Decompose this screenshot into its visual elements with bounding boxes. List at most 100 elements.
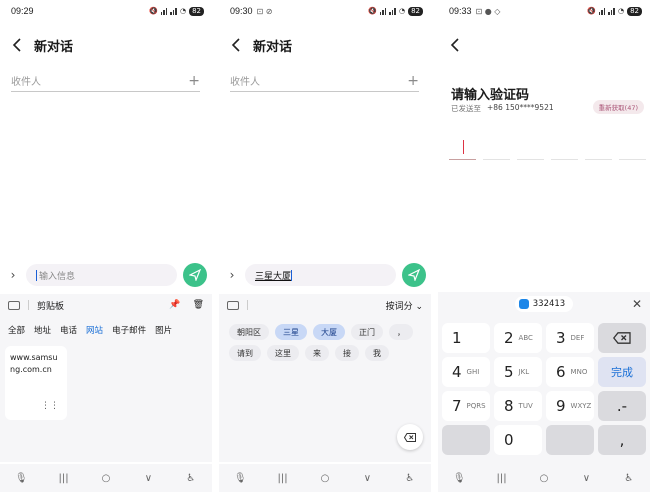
tab-image[interactable]: 图片 xyxy=(155,324,172,336)
key-5[interactable]: 5 JKL xyxy=(494,357,542,387)
recents-icon[interactable]: ||| xyxy=(273,473,293,484)
clipboard-item[interactable]: www.samsung.com.cn ⋮⋮ xyxy=(5,346,67,420)
suggestion-chip[interactable]: 朝阳区 xyxy=(229,324,269,340)
backspace-button[interactable] xyxy=(397,424,423,450)
accessibility-icon[interactable]: ♿ xyxy=(181,473,201,484)
otp-digit-box[interactable] xyxy=(619,136,646,160)
add-recipient-icon[interactable]: + xyxy=(188,73,200,89)
key-8[interactable]: 8 TUV xyxy=(494,391,542,421)
suggestion-chip[interactable]: 大厦 xyxy=(313,324,345,340)
otp-input[interactable] xyxy=(449,136,646,160)
clipboard-title: 剪贴板 xyxy=(37,301,65,312)
recents-icon[interactable]: ||| xyxy=(54,473,74,484)
key-3[interactable]: 3 DEF xyxy=(546,323,594,353)
back-button[interactable] xyxy=(219,30,253,60)
key-7[interactable]: 7 PQRS xyxy=(442,391,490,421)
add-recipient-icon[interactable]: + xyxy=(407,73,419,89)
home-icon[interactable]: ○ xyxy=(96,473,116,484)
message-input[interactable]: 三星大厦 xyxy=(245,264,396,286)
suggestion-chip[interactable]: 请到 xyxy=(229,345,261,361)
suggestions-row-2: 请到 这里 来 接 我 xyxy=(219,340,431,361)
recipient-field[interactable]: 收件人 + xyxy=(230,70,419,92)
clipboard-item-text: www.samsung.com.cn xyxy=(10,353,58,374)
suggestion-chip[interactable]: 正门 xyxy=(351,324,383,340)
suggestion-chip[interactable]: 三星 xyxy=(275,324,307,340)
pin-icon[interactable]: 📌 xyxy=(169,300,180,310)
expand-chevron-icon[interactable]: › xyxy=(0,268,26,282)
key-2[interactable]: 2 ABC xyxy=(494,323,542,353)
home-icon[interactable]: ○ xyxy=(534,473,554,484)
key-1[interactable]: 1 xyxy=(442,323,490,353)
back-button[interactable] xyxy=(0,30,34,60)
key-0[interactable]: 0 xyxy=(494,425,542,455)
hide-keyboard-icon[interactable]: ∨ xyxy=(576,473,596,484)
input-mode-select[interactable]: 按词分 ⌄ xyxy=(386,299,423,312)
recents-icon[interactable]: ||| xyxy=(492,473,512,484)
tab-all[interactable]: 全部 xyxy=(8,324,25,336)
otp-digit-box[interactable] xyxy=(449,136,476,160)
tab-email[interactable]: 电子邮件 xyxy=(112,324,146,336)
suggestion-chip[interactable]: 这里 xyxy=(267,345,299,361)
grid-icon: ⋮⋮ xyxy=(41,401,59,411)
recipient-placeholder: 收件人 xyxy=(11,77,41,88)
key-letters: MNO xyxy=(570,368,588,376)
keyboard-toolbar: 332413 ✕ xyxy=(438,292,650,316)
send-button[interactable] xyxy=(402,263,426,287)
accessibility-icon[interactable]: ♿ xyxy=(619,473,639,484)
key-9[interactable]: 9 WXYZ xyxy=(546,391,594,421)
blank-key[interactable] xyxy=(442,425,490,455)
recipient-field[interactable]: 收件人 + xyxy=(11,70,200,92)
home-icon[interactable]: ○ xyxy=(315,473,335,484)
paste-code: 332413 xyxy=(532,299,566,309)
key-digit: 5 xyxy=(504,363,514,381)
status-time: 09:30 xyxy=(230,6,253,16)
keyboard-icon[interactable] xyxy=(227,300,239,310)
dot-dash-key[interactable]: .- xyxy=(598,391,646,421)
clipboard-actions: 📌 🗑 xyxy=(169,300,204,310)
done-key[interactable]: 完成 xyxy=(598,357,646,387)
screenshot-icon: ⊡ ⊘ xyxy=(256,6,273,16)
key-4[interactable]: 4 GHI xyxy=(442,357,490,387)
keyboard-icon[interactable] xyxy=(8,300,20,310)
expand-chevron-icon[interactable]: › xyxy=(219,268,245,282)
close-icon[interactable]: ✕ xyxy=(632,297,642,311)
back-button[interactable] xyxy=(438,30,472,60)
otp-digit-box[interactable] xyxy=(585,136,612,160)
accessibility-icon[interactable]: ♿ xyxy=(400,473,420,484)
blank-key-2[interactable] xyxy=(546,425,594,455)
otp-digit-box[interactable] xyxy=(551,136,578,160)
status-icons: 🔇 ◔ 82 xyxy=(368,6,423,16)
backspace-key[interactable] xyxy=(598,323,646,353)
suggestion-chip[interactable]: 接 xyxy=(335,345,359,361)
sent-to-info: 已发送至 +86 150****9521 xyxy=(451,103,554,114)
trash-icon[interactable]: 🗑 xyxy=(193,300,204,310)
hide-keyboard-icon[interactable]: ∨ xyxy=(357,473,377,484)
key-letters: TUV xyxy=(518,402,533,410)
mic-icon[interactable]: 🎙 xyxy=(11,473,31,484)
phone-screen-verification: 09:33 ⊡ ● ◇ 🔇 ◔ 82 请输入验证码 已发送至 +86 150**… xyxy=(438,0,650,492)
otp-digit-box[interactable] xyxy=(517,136,544,160)
key-digit: 8 xyxy=(504,397,514,415)
send-icon xyxy=(408,269,420,281)
send-icon xyxy=(189,269,201,281)
paste-code-chip[interactable]: 332413 xyxy=(514,296,574,312)
message-input[interactable]: 输入信息 xyxy=(26,264,177,286)
otp-digit-box[interactable] xyxy=(483,136,510,160)
status-bar: 09:29 🔇 ◔ 82 xyxy=(0,0,212,22)
send-button[interactable] xyxy=(183,263,207,287)
mic-icon[interactable]: 🎙 xyxy=(230,473,250,484)
mute-icon: 🔇 xyxy=(149,7,158,15)
hide-keyboard-icon[interactable]: ∨ xyxy=(138,473,158,484)
suggestion-chip[interactable]: 来 xyxy=(305,345,329,361)
suggestion-chip[interactable]: ， xyxy=(389,324,413,340)
suggestion-chip[interactable]: 我 xyxy=(365,345,389,361)
tab-address[interactable]: 地址 xyxy=(34,324,51,336)
tab-phone[interactable]: 电话 xyxy=(60,324,77,336)
resend-button[interactable]: 重新获取(47) xyxy=(592,100,644,114)
key-6[interactable]: 6 MNO xyxy=(546,357,594,387)
comma-key[interactable]: , xyxy=(598,425,646,455)
page-title: 新对话 xyxy=(253,39,293,55)
tab-website[interactable]: 网站 xyxy=(86,324,103,336)
mic-icon[interactable]: 🎙 xyxy=(449,473,469,484)
clipboard-tabs: 全部 地址 电话 网站 电子邮件 图片 xyxy=(0,316,212,336)
